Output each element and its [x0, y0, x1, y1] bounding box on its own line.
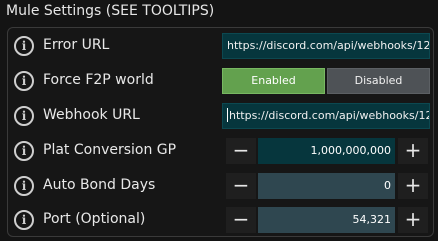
- increment-button[interactable]: +: [398, 207, 428, 233]
- auto-bond-days-label: Auto Bond Days: [43, 177, 156, 193]
- error-url-label: Error URL: [43, 37, 110, 53]
- increment-button[interactable]: +: [398, 138, 428, 164]
- info-icon[interactable]: i: [14, 176, 34, 196]
- plat-conversion-label: Plat Conversion GP: [43, 142, 177, 158]
- info-icon[interactable]: i: [14, 71, 34, 91]
- plat-conversion-row: i Plat Conversion GP − 1,000,000,000 +: [0, 136, 438, 168]
- force-f2p-label: Force F2P world: [43, 72, 154, 88]
- webhook-url-input[interactable]: https://discord.com/api/webhooks/12: [222, 103, 430, 129]
- webhook-url-value: https://discord.com/api/webhooks/12: [229, 109, 430, 122]
- plat-conversion-input[interactable]: 1,000,000,000: [258, 138, 395, 164]
- webhook-url-row: i Webhook URL https://discord.com/api/we…: [0, 101, 438, 133]
- mule-settings-panel: Mule Settings (SEE TOOLTIPS) i Error URL…: [0, 0, 438, 241]
- panel-title: Mule Settings (SEE TOOLTIPS): [6, 3, 215, 19]
- increment-button[interactable]: +: [398, 173, 428, 199]
- decrement-button[interactable]: −: [226, 138, 256, 164]
- decrement-button[interactable]: −: [226, 173, 256, 199]
- info-icon[interactable]: i: [14, 141, 34, 161]
- auto-bond-days-row: i Auto Bond Days − 0 +: [0, 171, 438, 203]
- error-url-value: https://discord.com/api/webhooks/12: [227, 39, 430, 52]
- info-icon[interactable]: i: [14, 106, 34, 126]
- info-icon[interactable]: i: [14, 36, 34, 56]
- decrement-button[interactable]: −: [226, 207, 256, 233]
- auto-bond-days-input[interactable]: 0: [258, 173, 395, 199]
- port-label: Port (Optional): [43, 211, 146, 227]
- error-url-row: i Error URL https://discord.com/api/webh…: [0, 31, 438, 63]
- port-input[interactable]: 54,321: [258, 207, 395, 233]
- enabled-toggle-button[interactable]: Enabled: [222, 68, 325, 94]
- webhook-url-label: Webhook URL: [43, 107, 140, 123]
- force-f2p-row: i Force F2P world Enabled Disabled: [0, 66, 438, 98]
- text-caret: [227, 108, 228, 122]
- port-row: i Port (Optional) − 54,321 +: [0, 205, 438, 237]
- disabled-toggle-button[interactable]: Disabled: [327, 68, 430, 94]
- error-url-input[interactable]: https://discord.com/api/webhooks/12: [222, 33, 430, 59]
- info-icon[interactable]: i: [14, 210, 34, 230]
